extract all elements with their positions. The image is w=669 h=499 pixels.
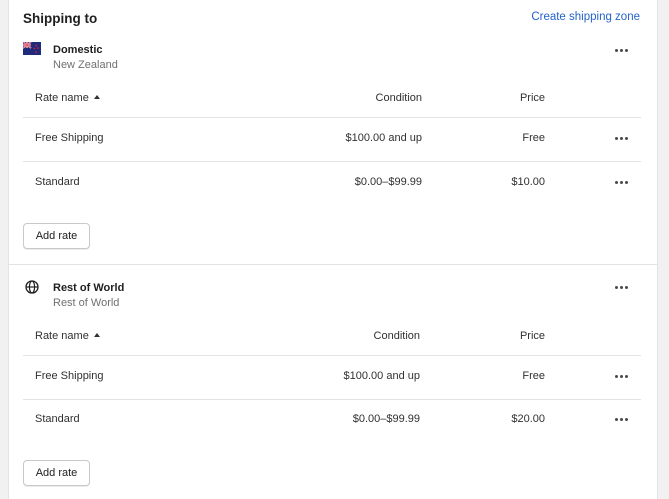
column-rate-name-label: Rate name	[35, 330, 89, 342]
rate-more-actions-icon[interactable]	[613, 133, 629, 143]
rate-price: $10.00	[511, 176, 545, 188]
rate-more-actions-icon[interactable]	[613, 371, 629, 381]
column-rate-name[interactable]: Rate name	[35, 92, 100, 104]
column-rate-name[interactable]: Rate name	[35, 330, 100, 342]
rate-condition: $100.00 and up	[345, 132, 422, 144]
column-rate-name-label: Rate name	[35, 92, 89, 104]
globe-icon	[25, 280, 39, 294]
add-rate-button[interactable]: Add rate	[23, 460, 90, 486]
rate-name: Standard	[35, 413, 80, 425]
column-condition: Condition	[375, 92, 422, 104]
zone-countries: New Zealand	[53, 59, 118, 71]
rate-name: Standard	[35, 176, 80, 188]
rate-name: Free Shipping	[35, 132, 104, 144]
rate-price: Free	[522, 132, 545, 144]
divider	[23, 161, 641, 162]
rate-price: $20.00	[511, 413, 545, 425]
zone-countries: Rest of World	[53, 297, 120, 309]
rate-price: Free	[522, 370, 545, 382]
sort-ascending-icon	[93, 333, 100, 337]
new-zealand-flag-icon	[23, 42, 41, 55]
rate-more-actions-icon[interactable]	[613, 414, 629, 424]
divider	[23, 399, 641, 400]
sort-ascending-icon	[93, 95, 100, 99]
shipping-to-title: Shipping to	[23, 11, 98, 26]
rate-more-actions-icon[interactable]	[613, 177, 629, 187]
shipping-zones-card: Shipping to Create shipping zone Domesti…	[8, 0, 658, 499]
rate-condition: $0.00–$99.99	[352, 413, 420, 425]
zone-name: Rest of World	[53, 282, 125, 294]
zone-divider	[9, 264, 657, 265]
zone-more-actions-icon[interactable]	[613, 282, 629, 292]
rate-condition: $100.00 and up	[343, 370, 420, 382]
create-shipping-zone-link[interactable]: Create shipping zone	[531, 11, 640, 23]
zone-more-actions-icon[interactable]	[613, 45, 629, 55]
rate-name: Free Shipping	[35, 370, 104, 382]
column-price: Price	[519, 330, 545, 342]
divider	[23, 117, 641, 118]
add-rate-button[interactable]: Add rate	[23, 223, 90, 249]
rate-condition: $0.00–$99.99	[354, 176, 422, 188]
column-condition: Condition	[373, 330, 420, 342]
zone-name: Domestic	[53, 44, 103, 56]
column-price: Price	[519, 92, 545, 104]
divider	[23, 355, 641, 356]
